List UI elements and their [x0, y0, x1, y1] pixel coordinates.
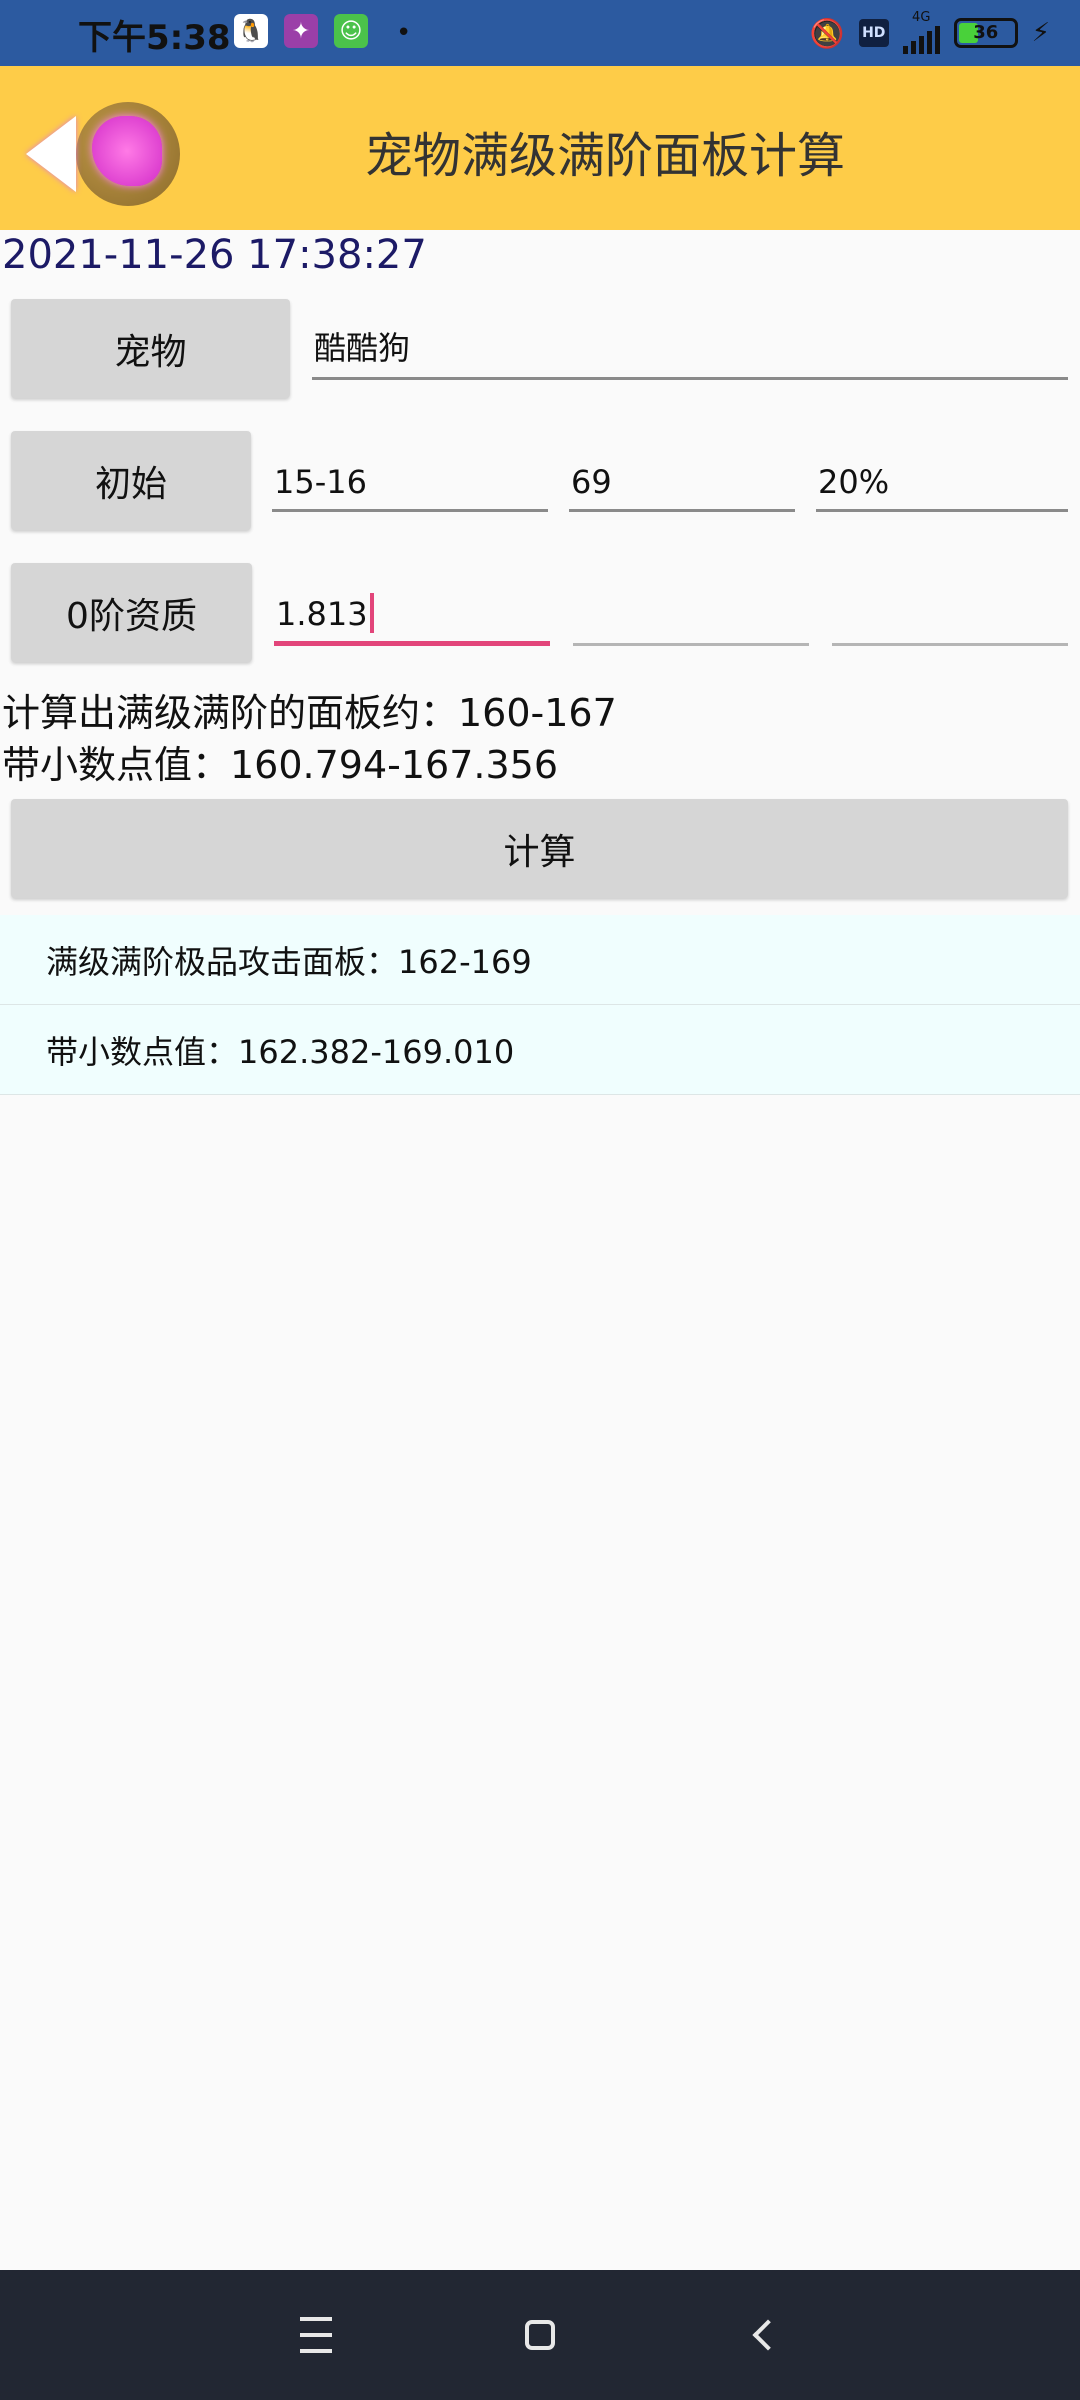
- initial-button[interactable]: 初始: [11, 431, 251, 530]
- aptitude-button[interactable]: 0阶资质: [11, 563, 252, 662]
- status-time: 下午5:38: [78, 18, 231, 58]
- notification-app-icon: ✦: [284, 14, 318, 48]
- aptitude-input-3[interactable]: [832, 576, 1068, 646]
- aptitude-input-1[interactable]: 1.813: [274, 576, 550, 646]
- signal-strength-icon: 4G: [902, 10, 940, 54]
- status-bar: 下午5:38 🐧 ✦ ☺ • 🔕 HD 4G 36 ⚡: [0, 0, 1080, 66]
- calculate-button[interactable]: 计算: [11, 799, 1068, 898]
- result-list: 满级满阶极品攻击面板：162-169 带小数点值：162.382-169.010: [0, 915, 1080, 1095]
- pet-button[interactable]: 宠物: [11, 299, 290, 398]
- page-title: 宠物满级满阶面板计算: [364, 128, 845, 184]
- initial-level-input[interactable]: 69: [569, 442, 795, 512]
- list-item[interactable]: 满级满阶极品攻击面板：162-169: [0, 915, 1080, 1005]
- status-icons: 🔕 HD 4G 36 ⚡: [809, 10, 1050, 54]
- app-toolbar: 宠物满级满阶面板计算: [0, 66, 1080, 230]
- home-button[interactable]: [480, 2270, 600, 2400]
- charging-icon: ⚡: [1031, 18, 1050, 48]
- home-icon: [525, 2320, 555, 2350]
- initial-percent-input[interactable]: 20%: [816, 442, 1068, 512]
- battery-icon: 36: [953, 18, 1018, 48]
- aptitude-input-2[interactable]: [573, 576, 809, 646]
- list-item[interactable]: 带小数点值：162.382-169.010: [0, 1005, 1080, 1095]
- navigation-bar: [0, 2270, 1080, 2400]
- more-notifications-dot: •: [396, 18, 412, 48]
- system-back-button[interactable]: [708, 2270, 828, 2400]
- hd-icon: HD: [858, 19, 889, 47]
- back-chevron-icon: [752, 2319, 784, 2351]
- android-app-icon: ☺: [334, 14, 368, 48]
- qq-app-icon: 🐧: [234, 14, 268, 48]
- text-cursor: [369, 593, 374, 633]
- initial-attack-input[interactable]: 15-16: [272, 442, 548, 512]
- result-decimal-text: 带小数点值：160.794-167.356: [2, 743, 558, 787]
- result-approx-text: 计算出满级满阶的面板约：160-167: [2, 691, 617, 735]
- network-type: 4G: [912, 10, 931, 25]
- recent-apps-button[interactable]: [256, 2270, 376, 2400]
- current-datetime: 2021-11-26 17:38:27: [2, 232, 427, 278]
- pet-name-input[interactable]: 酷酷狗: [312, 310, 1068, 380]
- aptitude-value-1: 1.813: [276, 595, 368, 633]
- battery-level: 36: [973, 22, 999, 43]
- mute-bell-icon: 🔕: [809, 16, 845, 50]
